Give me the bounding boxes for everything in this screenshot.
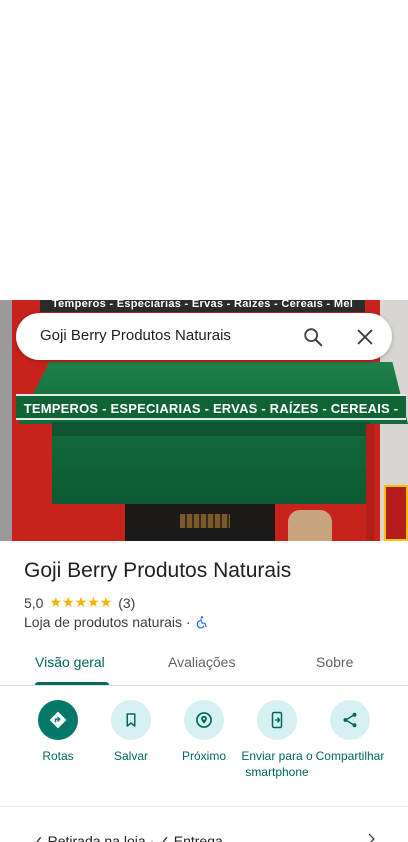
nearby-icon [196, 712, 212, 728]
share-label: Compartilhar [315, 749, 385, 763]
section-divider [0, 806, 408, 807]
search-icon[interactable] [302, 326, 324, 348]
directions-icon [49, 711, 67, 729]
share-button-circle[interactable] [330, 700, 370, 740]
photo-sacks [288, 510, 332, 541]
search-query[interactable]: Goji Berry Produtos Naturais [40, 327, 231, 344]
rating-stars: ★★★★★ [49, 594, 113, 610]
photo-side-board [384, 485, 408, 541]
directions-button[interactable]: Rotas [20, 700, 96, 764]
close-icon[interactable] [354, 326, 376, 348]
chevron-right-icon[interactable] [364, 832, 378, 842]
photo-top-sign: Temperos - Especiarias - Ervas - Raízes … [51, 300, 354, 310]
wheelchair-accessible-icon [196, 616, 207, 629]
directions-button-circle[interactable] [38, 700, 78, 740]
photo-canopy-shade [52, 422, 370, 436]
tab-overview[interactable]: Visão geral [35, 654, 105, 670]
send-to-phone-label: Enviar para o smartphone [241, 749, 313, 779]
photo-wall-left [0, 300, 12, 541]
save-button[interactable]: Salvar [93, 700, 169, 764]
share-button[interactable]: Compartilhar [312, 700, 388, 764]
photo-shelf [180, 514, 230, 528]
send-to-phone-icon [271, 711, 283, 729]
photo-post [366, 424, 374, 541]
rating-value: 5,0 [24, 594, 44, 611]
nearby-button[interactable]: Próximo [166, 700, 242, 764]
nearby-label: Próximo [181, 749, 226, 763]
action-buttons: Rotas Salvar Próximo Enviar para o smart… [0, 700, 408, 806]
share-icon [343, 712, 357, 728]
active-tab-indicator [35, 682, 109, 685]
nearby-button-circle[interactable] [184, 700, 224, 740]
category-row: Loja de produtos naturais · [24, 614, 209, 630]
tab-about[interactable]: Sobre [316, 654, 353, 670]
bookmark-icon [126, 713, 136, 727]
place-category: Loja de produtos naturais · [24, 614, 191, 630]
service-options: ✓ Retirada na loja · ✓ Entrega [32, 833, 223, 842]
tab-reviews[interactable]: Avaliações [168, 654, 235, 670]
send-to-phone-button-circle[interactable] [257, 700, 297, 740]
place-title: Goji Berry Produtos Naturais [24, 559, 292, 582]
map-area [0, 0, 408, 300]
save-label: Salvar [113, 749, 148, 763]
place-tabs: Visão geral Avaliações Sobre [0, 640, 408, 686]
search-bar[interactable]: Goji Berry Produtos Naturais [16, 313, 392, 360]
save-button-circle[interactable] [111, 700, 151, 740]
rating-row[interactable]: 5,0 ★★★★★ (3) [24, 594, 135, 611]
send-to-phone-button[interactable]: Enviar para o smartphone [239, 700, 315, 780]
directions-label: Rotas [42, 749, 74, 763]
review-count[interactable]: (3) [118, 595, 135, 611]
photo-awning-sign: TEMPEROS - ESPECIARIAS - ERVAS - RAÍZES … [16, 394, 406, 442]
